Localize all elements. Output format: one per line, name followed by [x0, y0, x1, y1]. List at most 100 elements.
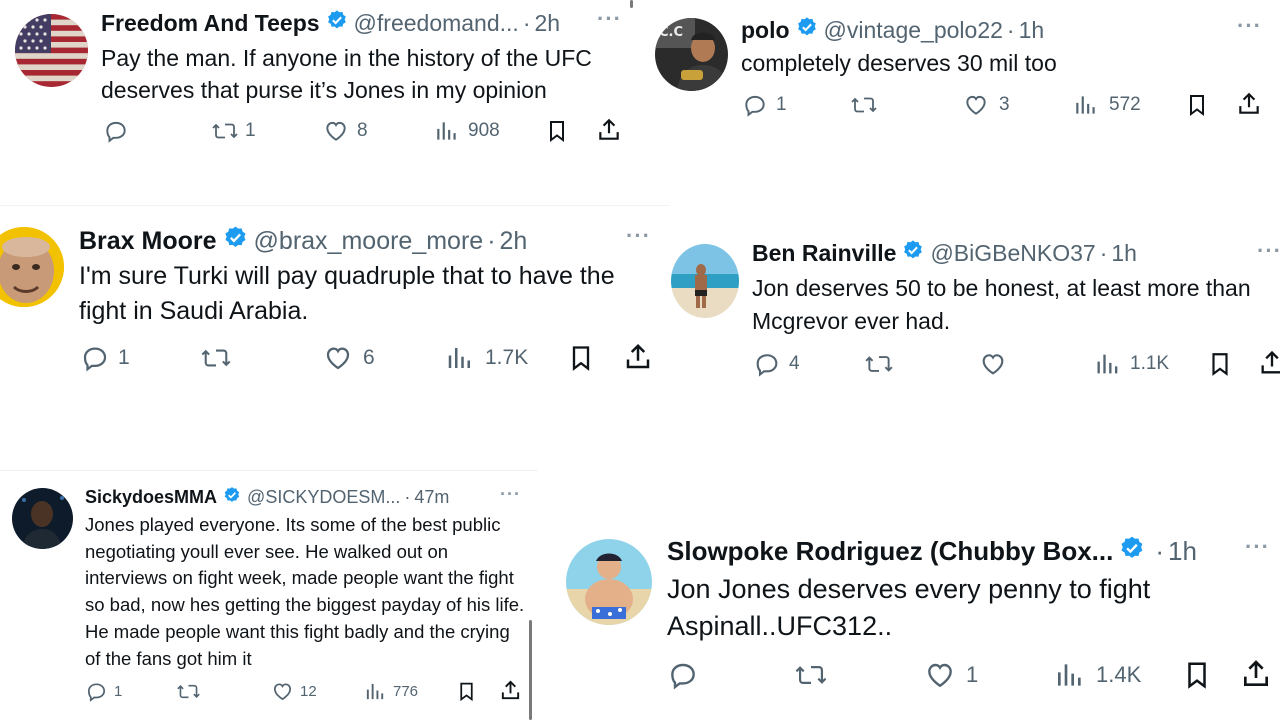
bookmark-button[interactable]	[545, 118, 569, 144]
more-options-icon[interactable]: ···	[597, 6, 622, 32]
retweet-button[interactable]	[176, 680, 201, 703]
share-button[interactable]	[623, 342, 653, 372]
heart-icon	[982, 354, 1004, 375]
views-count: 572	[1109, 94, 1141, 115]
reply-button[interactable]: 4	[753, 350, 800, 378]
avatar[interactable]	[15, 14, 88, 87]
author-handle[interactable]: @vintage_polo22	[824, 17, 1003, 44]
more-options-icon[interactable]: ···	[1257, 238, 1280, 264]
author-handle[interactable]: @SICKYDOESM...	[247, 487, 400, 508]
like-count: 12	[300, 683, 317, 700]
author-name[interactable]: Brax Moore	[79, 227, 217, 256]
reply-icon	[106, 121, 126, 143]
author-handle[interactable]: @brax_moore_more	[254, 227, 484, 256]
reply-button[interactable]	[667, 659, 699, 691]
bookmark-icon	[572, 346, 590, 371]
views-button[interactable]: 908	[434, 118, 500, 144]
tweet-card[interactable]: Slowpoke Rodriguez (Chubby Box... · 1h ·…	[560, 525, 1280, 720]
share-button[interactable]	[1236, 91, 1262, 117]
tweet-card[interactable]: Freedom And Teeps @freedomand... · 2h ··…	[0, 0, 640, 170]
retweet-button[interactable]	[794, 659, 828, 691]
author-handle[interactable]: @freedomand...	[354, 10, 519, 37]
heart-icon	[326, 347, 350, 370]
share-icon	[1239, 92, 1259, 114]
views-button[interactable]: 572	[1073, 92, 1141, 118]
timestamp[interactable]: 1h	[1019, 17, 1045, 44]
author-name[interactable]: SickydoesMMA	[85, 487, 217, 508]
share-button[interactable]	[1258, 349, 1280, 377]
bookmark-button[interactable]	[456, 680, 477, 703]
share-button[interactable]	[596, 117, 622, 143]
avatar[interactable]	[12, 488, 73, 549]
timestamp[interactable]: 1h	[1168, 536, 1197, 567]
reply-button[interactable]: 1	[742, 92, 787, 118]
tweet-header: SickydoesMMA @SICKYDOESM... · 47m	[85, 486, 449, 509]
more-options-icon[interactable]: ···	[626, 223, 651, 249]
share-button[interactable]	[499, 679, 522, 702]
like-button[interactable]: 12	[271, 680, 317, 703]
retweet-button[interactable]	[200, 343, 232, 373]
views-count: 908	[468, 120, 500, 141]
more-options-icon[interactable]: ···	[1245, 534, 1270, 560]
reply-count: 1	[118, 346, 130, 369]
like-count: 6	[363, 346, 375, 369]
like-button[interactable]: 8	[323, 118, 368, 144]
retweet-button[interactable]: 1	[211, 118, 256, 144]
tweet-text: I'm sure Turki will pay quadruple that t…	[79, 262, 615, 325]
tweet-card[interactable]: Brax Moore @brax_moore_more · 2h ··· I'm…	[0, 215, 660, 395]
tweet-card[interactable]: SickydoesMMA @SICKYDOESM... · 47m ··· Jo…	[0, 472, 535, 720]
views-button[interactable]: 776	[364, 680, 418, 703]
tweet-card[interactable]: Ben Rainville @BiGBeNKO37 · 1h ··· Jon d…	[665, 232, 1280, 392]
reply-icon	[87, 683, 106, 702]
scrollbar[interactable]	[529, 620, 532, 720]
bookmark-button[interactable]	[1185, 92, 1209, 118]
bookmark-button[interactable]	[567, 343, 595, 373]
views-icon	[1097, 354, 1118, 374]
author-name[interactable]: polo	[741, 17, 790, 44]
share-button[interactable]	[1240, 658, 1272, 690]
avatar[interactable]	[671, 244, 739, 318]
tweet-header: polo @vintage_polo22 · 1h	[741, 16, 1044, 44]
reply-button[interactable]	[103, 118, 135, 144]
retweet-button[interactable]	[864, 350, 894, 378]
timestamp[interactable]: 2h	[535, 10, 561, 37]
tweet-text: completely deserves 30 mil too	[741, 50, 1057, 76]
reply-button[interactable]: 1	[85, 680, 122, 703]
views-button[interactable]: 1.7K	[445, 343, 528, 373]
author-name[interactable]: Ben Rainville	[752, 240, 896, 267]
author-name[interactable]: Slowpoke Rodriguez (Chubby Box...	[667, 536, 1113, 567]
retweet-button[interactable]	[850, 92, 878, 118]
author-handle[interactable]: @BiGBeNKO37	[930, 240, 1095, 267]
share-icon	[1261, 350, 1280, 374]
like-button[interactable]: 1	[924, 659, 978, 691]
reply-button[interactable]: 1	[80, 343, 130, 373]
tweet-card[interactable]: C.C polo @vintage_polo22 · 1h ··· comple…	[645, 0, 1280, 140]
views-button[interactable]: 1.1K	[1094, 350, 1169, 378]
bookmark-button[interactable]	[1207, 350, 1233, 378]
views-button[interactable]: 1.4K	[1054, 659, 1141, 691]
like-count: 1	[966, 662, 979, 687]
like-button[interactable]	[979, 350, 1007, 378]
bookmark-icon	[1190, 95, 1204, 116]
more-options-icon[interactable]: ···	[1237, 13, 1262, 39]
like-button[interactable]: 3	[963, 92, 1010, 118]
bookmark-button[interactable]	[1182, 659, 1212, 691]
avatar[interactable]: C.C	[655, 18, 728, 91]
tweet-header: Slowpoke Rodriguez (Chubby Box... · 1h	[667, 535, 1197, 568]
timestamp[interactable]: 1h	[1111, 240, 1137, 267]
beach-cartoon-avatar-icon	[566, 539, 652, 625]
timestamp[interactable]: 2h	[500, 227, 528, 256]
reply-icon	[756, 354, 778, 377]
face-avatar-icon	[0, 227, 64, 307]
like-count: 8	[357, 120, 368, 141]
like-count: 3	[999, 94, 1010, 115]
like-button[interactable]: 6	[323, 343, 375, 373]
avatar[interactable]	[0, 227, 64, 307]
verified-badge-icon	[326, 9, 348, 37]
avatar[interactable]	[566, 539, 652, 625]
scrollbar[interactable]	[630, 0, 633, 8]
author-name[interactable]: Freedom And Teeps	[101, 10, 320, 37]
more-options-icon[interactable]: ···	[500, 484, 521, 505]
timestamp[interactable]: 47m	[414, 487, 449, 508]
divider	[0, 205, 670, 206]
